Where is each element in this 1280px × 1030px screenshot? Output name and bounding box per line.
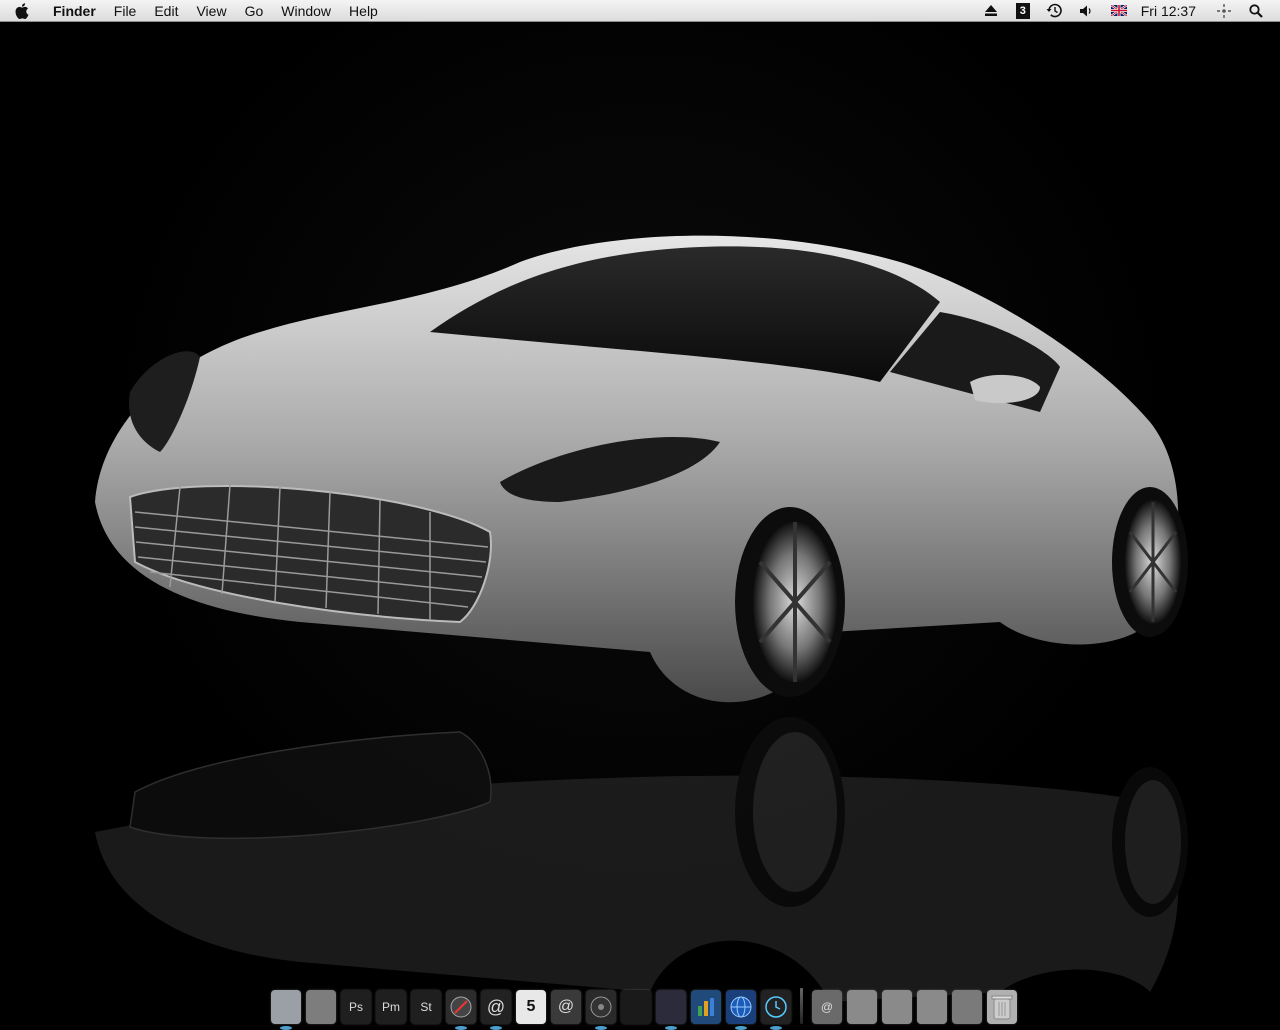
stuffit-label: St xyxy=(420,1000,432,1014)
applications-folder-icon[interactable] xyxy=(917,990,947,1024)
menu-window[interactable]: Window xyxy=(272,0,340,21)
menu-clock[interactable]: Fri 12:37 xyxy=(1135,3,1208,19)
menu-edit[interactable]: Edit xyxy=(145,0,187,21)
stuffit-icon[interactable]: St xyxy=(411,990,441,1024)
trash-icon[interactable] xyxy=(987,990,1017,1024)
car-reflection-image xyxy=(95,717,1188,1002)
system-preferences-icon[interactable] xyxy=(306,990,336,1024)
documents-folder-icon[interactable] xyxy=(847,990,877,1024)
scripts-icon[interactable]: 3 xyxy=(1007,0,1039,21)
spotlight-icon[interactable] xyxy=(1240,0,1272,21)
address-book-label: @ xyxy=(557,998,575,1015)
network-globe-icon[interactable] xyxy=(726,990,756,1030)
mail-icon[interactable]: @ xyxy=(481,990,511,1030)
activity-monitor-icon[interactable] xyxy=(691,990,721,1024)
mail-stack-icon[interactable]: @ xyxy=(812,990,842,1024)
itunes-icon[interactable] xyxy=(586,990,616,1030)
spaces-icon[interactable] xyxy=(1208,0,1240,21)
pagemaker-icon[interactable]: Pm xyxy=(376,990,406,1024)
time-machine-icon[interactable] xyxy=(1039,0,1071,21)
photoshop-icon[interactable]: Ps xyxy=(341,990,371,1024)
mail-label: @ xyxy=(486,996,506,1017)
ical-icon[interactable]: 5 xyxy=(516,990,546,1024)
apple-menu-icon[interactable] xyxy=(0,0,44,21)
dock-separator xyxy=(800,988,803,1024)
dock: Ps Pm St @ 5 @ @ xyxy=(264,978,1024,1030)
eject-icon[interactable] xyxy=(975,0,1007,21)
menu-go[interactable]: Go xyxy=(236,0,273,21)
sports-car-image xyxy=(95,235,1188,703)
desktop-wallpaper xyxy=(0,22,1280,1024)
menu-view[interactable]: View xyxy=(187,0,235,21)
photoshop-label: Ps xyxy=(348,1000,363,1014)
time-machine-app-icon[interactable] xyxy=(761,990,791,1030)
safari-icon[interactable] xyxy=(446,990,476,1030)
pagemaker-label: Pm xyxy=(382,1000,400,1014)
volume-icon[interactable] xyxy=(1071,0,1103,21)
menu-help[interactable]: Help xyxy=(340,0,387,21)
address-book-icon[interactable]: @ xyxy=(551,990,581,1024)
menu-finder[interactable]: Finder xyxy=(44,0,105,21)
downloads-folder-icon[interactable] xyxy=(882,990,912,1024)
terminal-icon[interactable] xyxy=(621,990,651,1024)
menu-bar: Finder File Edit View Go Window Help 3 F… xyxy=(0,0,1280,22)
scripts-badge: 3 xyxy=(1015,2,1030,19)
mail-stack-label: @ xyxy=(820,1000,834,1014)
finder-icon[interactable] xyxy=(271,990,301,1030)
drive-stack-icon[interactable] xyxy=(952,990,982,1024)
menu-file[interactable]: File xyxy=(105,0,146,21)
ical-date: 5 xyxy=(526,998,536,1015)
uk-flag-icon[interactable] xyxy=(1103,0,1135,21)
script-editor-icon[interactable] xyxy=(656,990,686,1030)
